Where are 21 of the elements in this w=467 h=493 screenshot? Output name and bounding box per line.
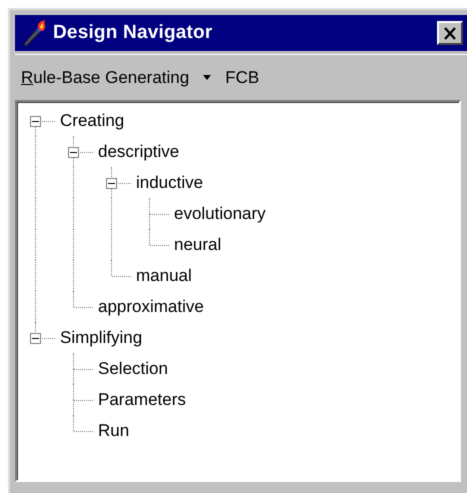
window-title: Design Navigator	[53, 20, 212, 45]
tree-item[interactable]: approximative	[95, 294, 207, 320]
tree-item[interactable]: descriptive	[95, 138, 182, 164]
tree-item[interactable]: neural	[171, 232, 224, 258]
toolbar-label: FCB	[225, 66, 260, 89]
tree-item[interactable]: manual	[133, 262, 195, 288]
expander[interactable]	[30, 333, 41, 344]
tree-item[interactable]: inductive	[133, 170, 206, 196]
expander[interactable]	[68, 147, 79, 158]
tree-item[interactable]: Selection	[95, 356, 171, 382]
tree-item[interactable]: Creating	[57, 108, 128, 134]
expander[interactable]	[30, 116, 41, 127]
tree-item[interactable]: Run	[95, 418, 132, 444]
close-button[interactable]	[437, 21, 463, 45]
tree-item[interactable]: evolutionary	[171, 200, 269, 226]
tree-item[interactable]: Parameters	[95, 386, 189, 412]
close-icon	[443, 26, 457, 40]
rule-base-dropdown[interactable]: Rule-Base Generating	[21, 64, 212, 90]
caret-icon	[203, 75, 212, 80]
expander[interactable]	[106, 178, 117, 189]
tree-item[interactable]: Simplifying	[57, 324, 146, 350]
